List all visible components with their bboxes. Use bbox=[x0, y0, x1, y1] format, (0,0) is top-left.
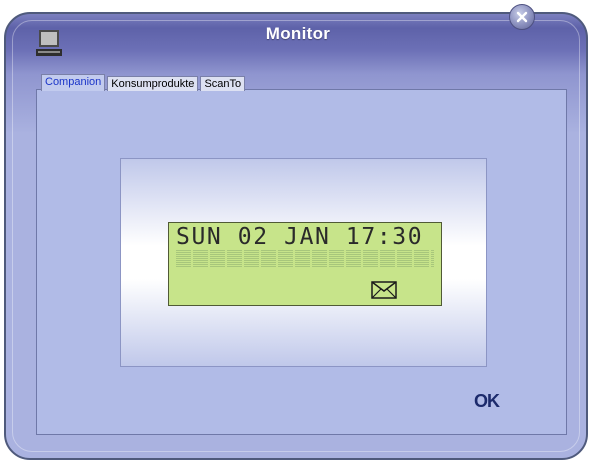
lcd-line-1: SUN 02 JAN 17:30 bbox=[176, 224, 424, 250]
tab-companion[interactable]: Companion bbox=[41, 74, 106, 91]
envelope-icon bbox=[371, 281, 397, 299]
window-title: Monitor bbox=[265, 24, 331, 43]
tab-strip: Companion Konsumprodukte ScanTo bbox=[41, 74, 247, 91]
lcd-line-2 bbox=[176, 249, 434, 267]
tab-konsumprodukte[interactable]: Konsumprodukte bbox=[107, 76, 199, 91]
lcd-display: SUN 02 JAN 17:30 bbox=[168, 222, 442, 306]
close-button[interactable] bbox=[509, 4, 535, 30]
tab-scanto[interactable]: ScanTo bbox=[200, 76, 246, 91]
ok-button[interactable]: OK bbox=[474, 391, 500, 412]
close-icon bbox=[516, 11, 528, 23]
